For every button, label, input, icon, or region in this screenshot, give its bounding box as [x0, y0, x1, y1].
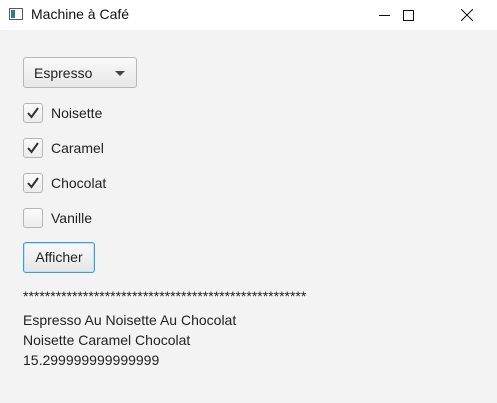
checkbox-box[interactable]: [23, 173, 43, 193]
afficher-button[interactable]: Afficher: [23, 242, 95, 273]
output-options: Noisette Caramel Chocolat: [23, 332, 191, 348]
checkbox-box[interactable]: [23, 138, 43, 158]
app-icon: [9, 8, 23, 20]
close-button[interactable]: [444, 0, 490, 30]
checkmark-icon: [27, 107, 39, 119]
maximize-icon: [402, 9, 414, 21]
checkbox-label: Noisette: [51, 105, 103, 121]
window-content: Espresso Noisette Caramel Chocolat Vanil…: [0, 30, 497, 403]
output-separator: ****************************************…: [23, 288, 307, 304]
window-title: Machine à Café: [31, 6, 130, 22]
checkbox-box[interactable]: [23, 208, 43, 228]
output-price: 15.299999999999999: [23, 352, 160, 368]
checkbox-label: Chocolat: [51, 175, 107, 191]
dropdown-arrow-icon: [115, 71, 125, 76]
checkbox-label: Vanille: [51, 210, 92, 226]
drink-select[interactable]: Espresso: [23, 57, 137, 88]
output-description: Espresso Au Noisette Au Chocolat: [23, 312, 237, 328]
title-bar[interactable]: Machine à Café: [0, 0, 497, 30]
checkmark-icon: [27, 177, 39, 189]
maximize-button[interactable]: [385, 0, 431, 30]
drink-select-value: Espresso: [34, 65, 93, 81]
checkbox-label: Caramel: [51, 140, 104, 156]
checkbox-box[interactable]: [23, 103, 43, 123]
close-icon: [461, 9, 473, 21]
checkmark-icon: [27, 142, 39, 154]
